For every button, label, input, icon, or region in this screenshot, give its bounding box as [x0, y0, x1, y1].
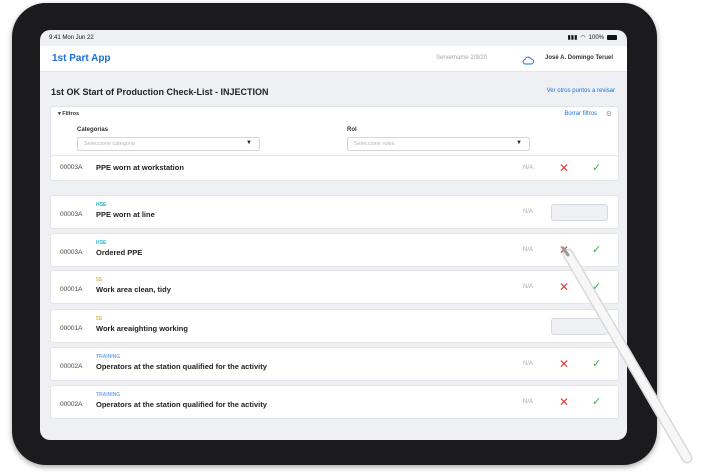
- apple-pencil: [561, 246, 693, 464]
